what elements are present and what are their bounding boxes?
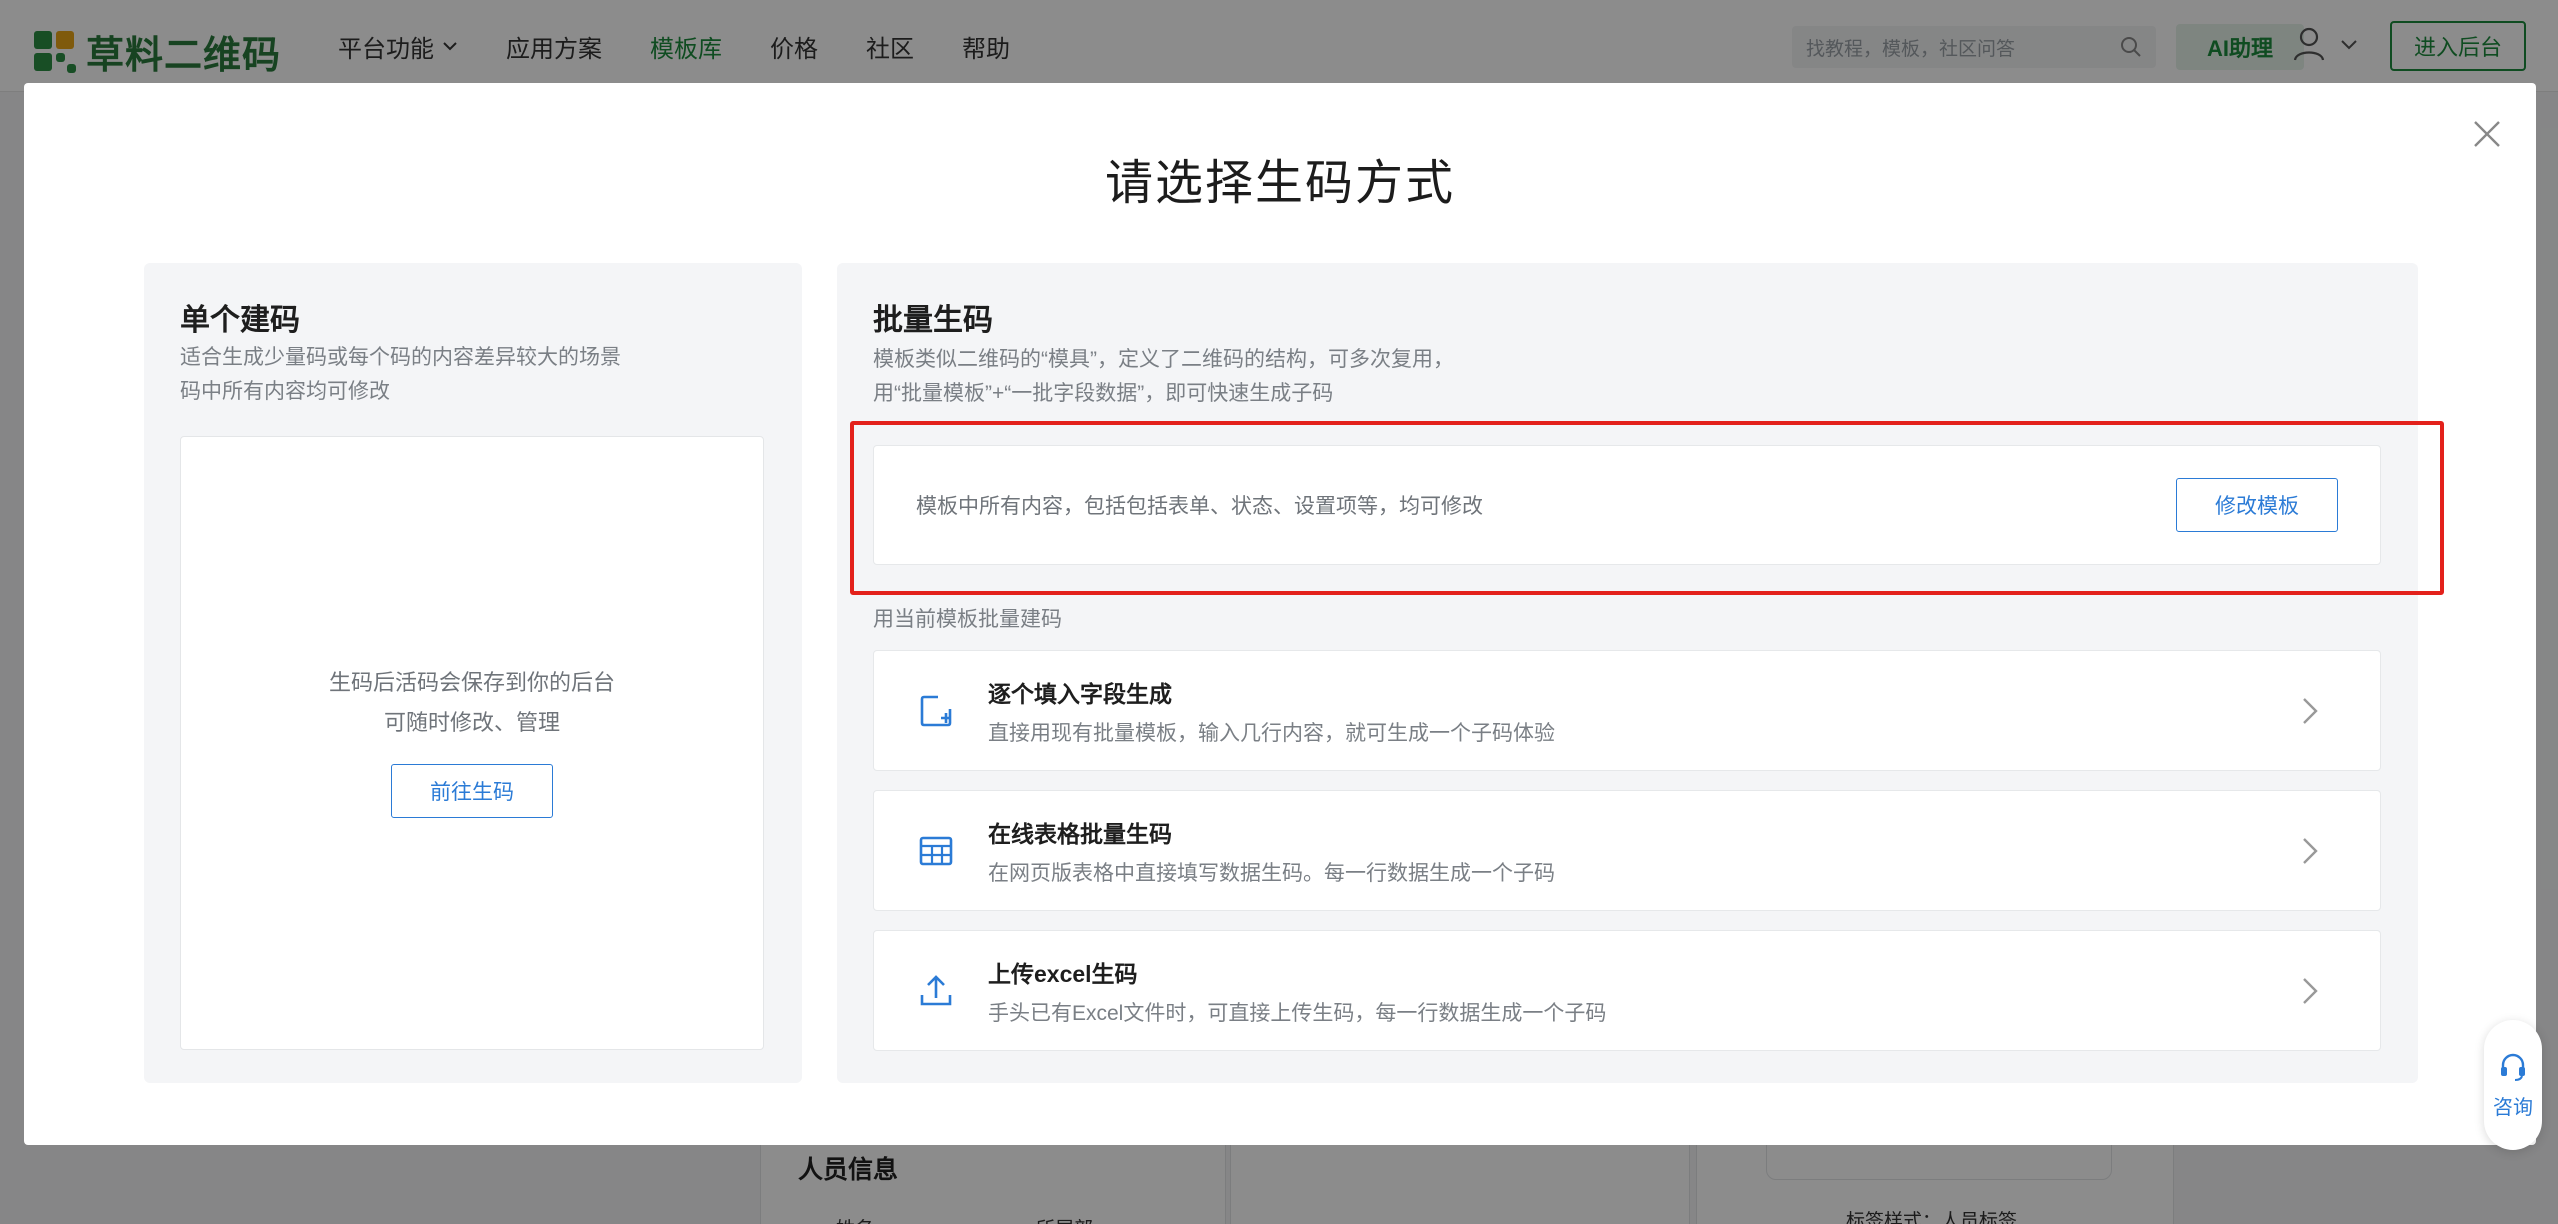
desc-line: 码中所有内容均可修改 xyxy=(180,380,390,403)
chevron-right-icon xyxy=(2303,978,2318,1004)
goto-create-button[interactable]: 前往生码 xyxy=(391,764,553,818)
option-desc: 在网页版表格中直接填写数据生码。每一行数据生成一个子码 xyxy=(988,862,1555,885)
option-title: 上传excel生码 xyxy=(988,961,1138,987)
consult-button[interactable]: 咨询 xyxy=(2484,1020,2542,1150)
consult-label: 咨询 xyxy=(2493,1096,2533,1119)
create-code-modal: 请选择生码方式 单个建码 适合生成少量码或每个码的内容差异较大的场景 码中所有内… xyxy=(24,83,2536,1145)
single-code-panel: 单个建码 适合生成少量码或每个码的内容差异较大的场景 码中所有内容均可修改 生码… xyxy=(144,263,802,1083)
modal-title: 请选择生码方式 xyxy=(1104,157,1455,210)
desc-line: 适合生成少量码或每个码的内容差异较大的场景 xyxy=(180,346,621,369)
table-icon xyxy=(919,836,953,866)
batch-section-label: 用当前模板批量建码 xyxy=(873,608,1062,631)
batch-code-panel: 批量生码 模板类似二维码的“模具”，定义了二维码的结构，可多次复用， 用“批量模… xyxy=(837,263,2418,1083)
desc-line: 模板类似二维码的“模具”，定义了二维码的结构，可多次复用， xyxy=(873,348,1454,371)
single-code-desc: 适合生成少量码或每个码的内容差异较大的场景 码中所有内容均可修改 xyxy=(180,341,621,409)
single-code-box: 生码后活码会保存到你的后台 可随时修改、管理 前往生码 xyxy=(180,436,764,1050)
upload-icon xyxy=(920,975,952,1006)
option-online-table[interactable]: 在线表格批量生码 在网页版表格中直接填写数据生码。每一行数据生成一个子码 xyxy=(873,790,2381,911)
option-desc: 手头已有Excel文件时，可直接上传生码，每一行数据生成一个子码 xyxy=(988,1002,1607,1025)
single-code-info: 生码后活码会保存到你的后台 可随时修改、管理 xyxy=(181,663,763,743)
option-fill-fields[interactable]: 逐个填入字段生成 直接用现有批量模板，输入几行内容，就可生成一个子码体验 xyxy=(873,650,2381,771)
batch-code-desc: 模板类似二维码的“模具”，定义了二维码的结构，可多次复用， 用“批量模板”+“一… xyxy=(873,343,1454,411)
single-code-title: 单个建码 xyxy=(180,304,300,337)
option-title: 在线表格批量生码 xyxy=(988,821,1172,847)
info-line: 生码后活码会保存到你的后台 xyxy=(328,670,615,695)
batch-code-title: 批量生码 xyxy=(873,304,993,337)
option-upload-excel[interactable]: 上传excel生码 手头已有Excel文件时，可直接上传生码，每一行数据生成一个… xyxy=(873,930,2381,1051)
chevron-right-icon xyxy=(2303,838,2318,864)
customer-service-icon xyxy=(2501,1053,2525,1081)
info-line: 可随时修改、管理 xyxy=(383,710,560,735)
highlight-box xyxy=(850,421,2444,595)
option-title: 逐个填入字段生成 xyxy=(988,681,1172,707)
desc-line: 用“批量模板”+“一批字段数据”，即可快速生成子码 xyxy=(873,382,1334,405)
chevron-right-icon xyxy=(2303,698,2318,724)
add-field-icon xyxy=(920,695,952,727)
option-desc: 直接用现有批量模板，输入几行内容，就可生成一个子码体验 xyxy=(988,722,1555,745)
